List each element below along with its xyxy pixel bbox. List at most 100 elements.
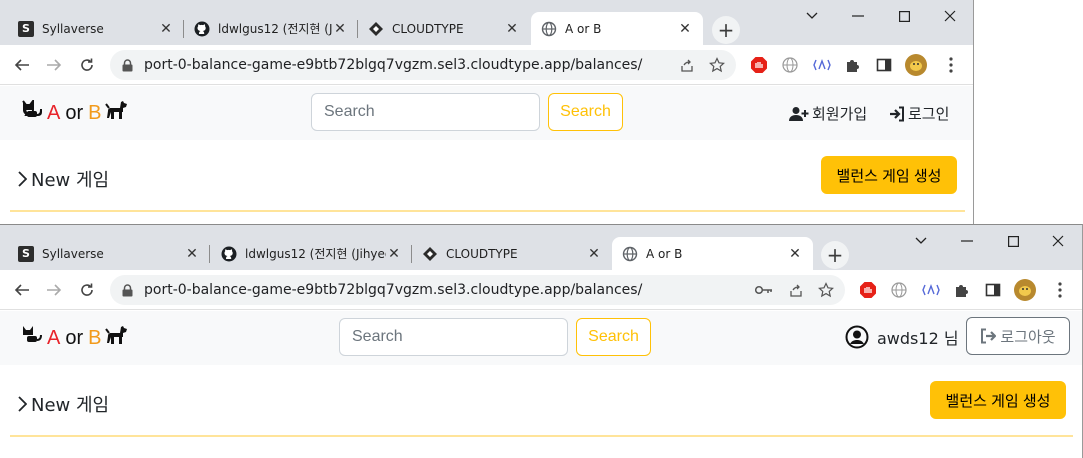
forward-arrow-icon[interactable] <box>40 51 68 79</box>
reload-icon[interactable] <box>73 276 101 304</box>
tab-syllaverse[interactable]: S Syllaverse ✕ <box>8 237 210 270</box>
section-title: New 게임 <box>18 391 109 417</box>
search-button[interactable]: Search <box>548 93 623 131</box>
section-title-text: New 게임 <box>31 170 110 191</box>
bookmark-star-icon[interactable] <box>817 281 835 299</box>
close-window-icon[interactable] <box>927 0 973 32</box>
section-title: New 게임 <box>18 166 109 192</box>
menu-kebab-icon[interactable] <box>1049 279 1071 301</box>
sign-in-icon <box>889 106 905 122</box>
share-icon[interactable] <box>787 281 805 299</box>
globe-icon <box>541 21 557 37</box>
create-balance-game-button[interactable]: 밸런스 게임 생성 <box>821 156 957 194</box>
divider <box>10 435 1073 437</box>
minimize-icon[interactable] <box>835 0 881 32</box>
url-text: port-0-balance-game-e9btb72blgq7vgzm.sel… <box>144 57 643 73</box>
web-page: A or B Search awds12 님 로그아웃 <box>0 311 1082 458</box>
menu-kebab-icon[interactable] <box>940 54 962 76</box>
browser-window-logged-out: S Syllaverse ✕ ldwlgus12 (전지현 (Jihyeon ✕… <box>0 0 974 224</box>
tab-separator <box>209 245 210 263</box>
side-panel-icon[interactable] <box>982 279 1004 301</box>
back-arrow-icon[interactable] <box>8 276 36 304</box>
close-tab-icon[interactable]: ✕ <box>586 246 602 262</box>
profile-avatar[interactable] <box>905 54 927 76</box>
tab-a-or-b[interactable]: A or B ✕ <box>531 12 703 45</box>
tab-title: A or B <box>646 246 683 261</box>
address-bar[interactable]: port-0-balance-game-e9btb72blgq7vgzm.sel… <box>110 275 845 305</box>
web-globe-icon[interactable] <box>888 279 910 301</box>
close-tab-icon[interactable]: ✕ <box>332 21 348 37</box>
tab-a-or-b[interactable]: A or B ✕ <box>612 237 813 270</box>
brand-letter-b: B <box>88 326 102 349</box>
create-balance-game-button[interactable]: 밸런스 게임 생성 <box>930 381 1066 419</box>
brand-letter-a: A <box>47 326 61 349</box>
username-label: awds12 님 <box>877 329 959 348</box>
github-icon <box>194 21 210 37</box>
browser-toolbar: port-0-balance-game-e9btb72blgq7vgzm.sel… <box>0 45 973 85</box>
close-tab-icon[interactable]: ✕ <box>787 246 803 262</box>
chevron-right-icon <box>18 396 27 412</box>
cat-icon <box>21 98 43 126</box>
web-globe-icon[interactable] <box>779 54 801 76</box>
tab-github[interactable]: ldwlgus12 (전지현 (Jihyeon ✕ <box>184 12 358 45</box>
close-tab-icon[interactable]: ✕ <box>158 21 174 37</box>
key-icon[interactable] <box>755 281 773 299</box>
extension-signal-icon[interactable] <box>811 54 833 76</box>
chevron-right-icon <box>18 171 27 187</box>
tab-strip: S Syllaverse ✕ ldwlgus12 (전지현 (Jihyeon ✕… <box>0 225 1082 270</box>
side-panel-icon[interactable] <box>873 54 895 76</box>
tab-syllaverse[interactable]: S Syllaverse ✕ <box>8 12 184 45</box>
tab-strip: S Syllaverse ✕ ldwlgus12 (전지현 (Jihyeon ✕… <box>0 0 973 45</box>
brand-logo[interactable]: A or B <box>21 98 129 126</box>
new-tab-button[interactable]: + <box>712 16 740 44</box>
tab-cloudtype[interactable]: CLOUDTYPE ✕ <box>358 12 530 45</box>
close-window-icon[interactable] <box>1035 225 1081 257</box>
back-arrow-icon[interactable] <box>8 51 36 79</box>
s-logo-icon: S <box>18 245 34 262</box>
close-tab-icon[interactable]: ✕ <box>677 21 693 37</box>
adblock-icon[interactable] <box>857 279 879 301</box>
search-button[interactable]: Search <box>576 318 651 356</box>
maximize-icon[interactable] <box>881 0 927 32</box>
signup-link[interactable]: 회원가입 <box>789 103 867 124</box>
brand-or: or <box>65 101 84 124</box>
tab-title: CLOUDTYPE <box>446 246 518 261</box>
minimize-icon[interactable] <box>944 225 990 257</box>
lock-icon <box>120 283 134 297</box>
dog-icon <box>105 325 129 351</box>
logout-button[interactable]: 로그아웃 <box>966 317 1070 355</box>
close-tab-icon[interactable]: ✕ <box>386 246 402 262</box>
tab-title: Syllaverse <box>42 246 104 261</box>
extension-signal-icon[interactable] <box>920 279 942 301</box>
adblock-icon[interactable] <box>748 54 770 76</box>
profile-avatar[interactable] <box>1014 279 1036 301</box>
login-link[interactable]: 로그인 <box>889 103 949 124</box>
close-tab-icon[interactable]: ✕ <box>184 246 200 262</box>
tab-github[interactable]: ldwlgus12 (전지현 (Jihyeon ✕ <box>211 237 412 270</box>
brand-logo[interactable]: A or B <box>21 325 129 351</box>
share-icon[interactable] <box>678 56 696 74</box>
tab-title: A or B <box>565 21 602 36</box>
reload-icon[interactable] <box>73 51 101 79</box>
search-input[interactable] <box>339 318 568 356</box>
minimize-chevron-icon[interactable] <box>789 0 835 32</box>
search-input[interactable] <box>311 93 540 131</box>
signup-label: 회원가입 <box>812 105 868 123</box>
address-bar[interactable]: port-0-balance-game-e9btb72blgq7vgzm.sel… <box>110 50 736 80</box>
site-navbar: A or B Search 회원가입 로그인 <box>0 86 973 140</box>
cloudtype-icon <box>422 246 438 262</box>
divider <box>10 210 965 212</box>
bookmark-star-icon[interactable] <box>708 56 726 74</box>
new-tab-button[interactable]: + <box>821 241 849 269</box>
extensions-puzzle-icon[interactable] <box>842 54 864 76</box>
maximize-icon[interactable] <box>990 225 1036 257</box>
globe-icon <box>622 246 638 262</box>
tab-cloudtype[interactable]: CLOUDTYPE ✕ <box>412 237 612 270</box>
minimize-chevron-icon[interactable] <box>898 225 944 257</box>
site-navbar: A or B Search awds12 님 로그아웃 <box>0 311 1082 365</box>
brand-letter-a: A <box>47 101 61 124</box>
extensions-puzzle-icon[interactable] <box>951 279 973 301</box>
close-tab-icon[interactable]: ✕ <box>504 21 520 37</box>
forward-arrow-icon[interactable] <box>40 276 68 304</box>
tab-title: ldwlgus12 (전지현 (Jihyeon <box>245 247 386 261</box>
